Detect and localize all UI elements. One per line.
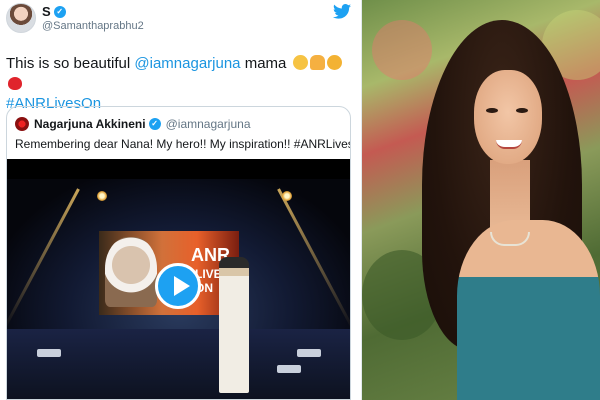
quoted-tweet[interactable]: Nagarjuna Akkineni ✓ @iamnagarjuna Remem…	[6, 106, 351, 400]
red-heart-emoji-icon	[8, 77, 22, 90]
stage-light	[97, 191, 107, 201]
screen-portrait	[105, 237, 157, 307]
folded-hands-emoji-icon	[309, 55, 325, 70]
left-eye	[486, 108, 498, 113]
face	[474, 70, 542, 164]
quoted-name-row[interactable]: Nagarjuna Akkineni ✓ @iamnagarjuna	[34, 117, 251, 131]
stage-prop	[37, 349, 61, 357]
hugging-face-emoji-icon	[326, 55, 342, 70]
shoulder	[457, 220, 600, 400]
tweet-text-prefix: This is so beautiful	[6, 55, 135, 72]
play-icon[interactable]	[155, 263, 201, 309]
avatar[interactable]	[6, 3, 36, 33]
stage-light	[282, 191, 292, 201]
tweet-card[interactable]: S ✓ @Samanthaprabhu2 This is so beautifu…	[0, 0, 362, 400]
display-name-row[interactable]: S ✓	[42, 4, 66, 19]
stage-prop	[297, 349, 321, 357]
stage-floor	[7, 329, 350, 399]
stage-light-beam	[277, 188, 350, 331]
quoted-avatar[interactable]	[15, 117, 29, 131]
twitter-bird-icon[interactable]	[333, 4, 351, 19]
tweet-text-suffix: mama	[240, 55, 287, 72]
video-player[interactable]: ANR LIVES ON	[7, 159, 350, 399]
quoted-handle[interactable]: @iamnagarjuna	[166, 117, 251, 131]
stage-prop	[277, 365, 301, 373]
portrait-photo	[362, 0, 600, 400]
right-eye	[516, 108, 528, 113]
smiling-face-emoji-icon	[292, 55, 308, 70]
tweet-text: This is so beautiful @iamnagarjuna mama …	[6, 54, 356, 114]
bokeh	[372, 20, 432, 80]
stage-light-beam	[7, 188, 80, 331]
user-handle[interactable]: @Samanthaprabhu2	[42, 20, 144, 32]
stage-person	[219, 257, 249, 393]
display-name[interactable]: S	[42, 4, 51, 19]
verified-badge-icon: ✓	[53, 5, 66, 18]
verified-badge-icon: ✓	[148, 118, 161, 130]
quoted-display-name[interactable]: Nagarjuna Akkineni	[34, 117, 146, 131]
quoted-text: Remembering dear Nana! My hero!! My insp…	[15, 137, 351, 151]
mention-link[interactable]: @iamnagarjuna	[134, 55, 240, 72]
